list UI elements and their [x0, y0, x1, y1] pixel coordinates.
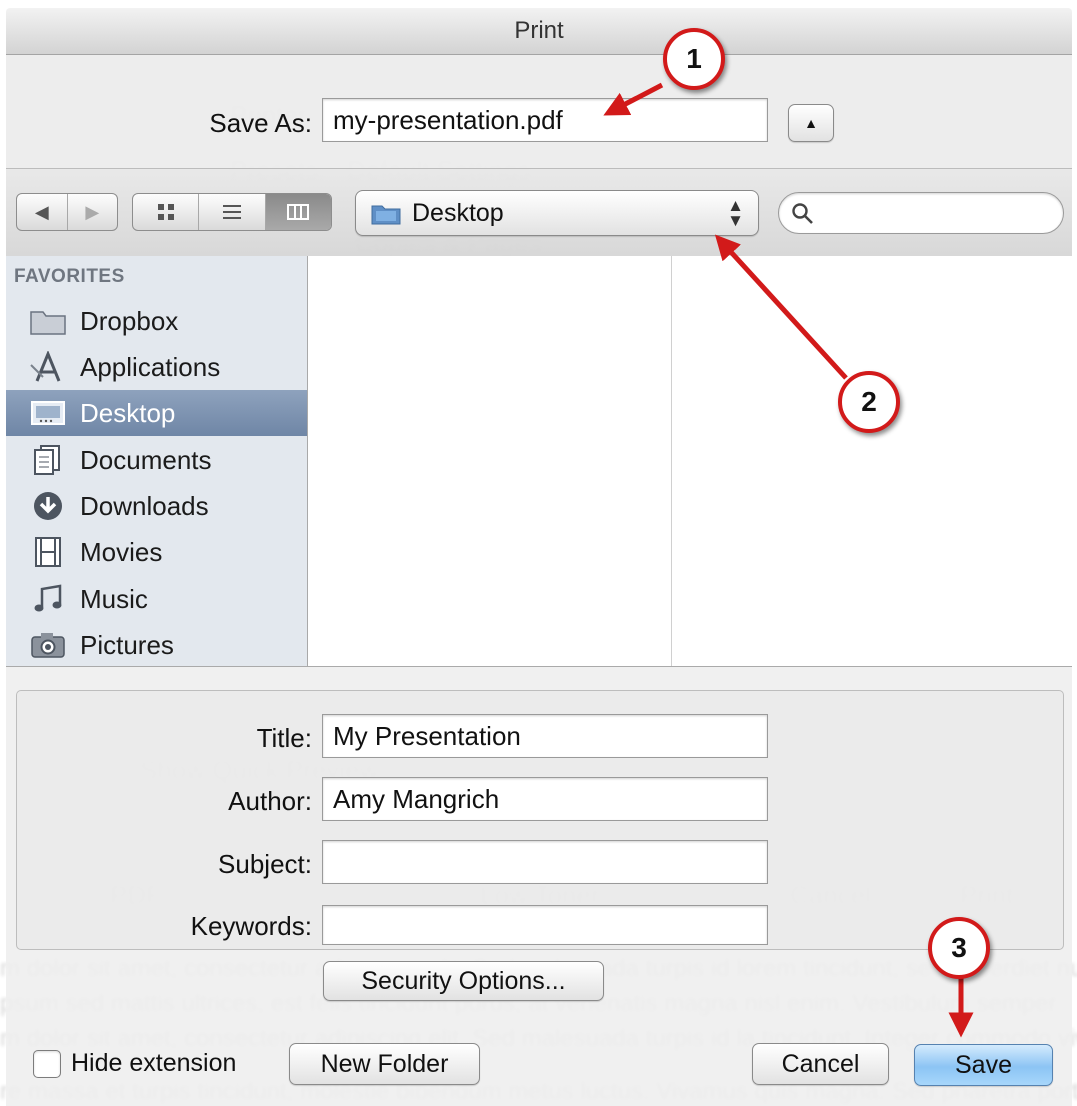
arrow-2 — [714, 234, 848, 380]
arrow-1 — [603, 82, 664, 116]
annotation-marker-2: 2 — [838, 371, 900, 433]
annotation-marker-1: 1 — [663, 28, 725, 90]
annotation-marker-3: 3 — [928, 917, 990, 979]
annotation-arrows — [603, 82, 974, 1038]
